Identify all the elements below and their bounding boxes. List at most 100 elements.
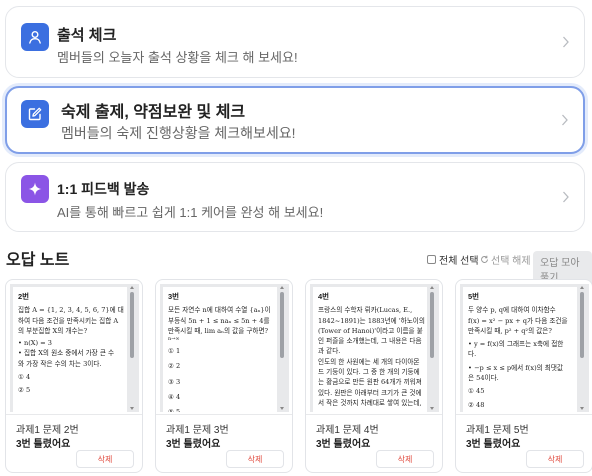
answer-option: ① 45 xyxy=(468,387,485,396)
divider xyxy=(6,414,142,415)
scroll-up-icon[interactable] xyxy=(430,286,434,289)
question-content: 3번 모든 자연수 n에 대하여 수열 {aₙ}이 부등식 5n + 1 ≤ n… xyxy=(163,287,277,412)
delete-button[interactable]: 삭제 xyxy=(76,450,134,468)
scrollbar[interactable] xyxy=(580,292,584,358)
card-subtitle: 멤버들의 오늘자 출석 상황을 체크 해 보세요! xyxy=(57,50,298,65)
question-line: • y = f(x)의 그래프는 x축에 접한 xyxy=(468,340,564,349)
delete-button[interactable]: 삭제 xyxy=(376,450,434,468)
question-line: (Tower of Hanoi)'이라고 이름을 붙 xyxy=(318,326,423,335)
scroll-down-icon[interactable] xyxy=(280,407,284,410)
delete-button[interactable]: 삭제 xyxy=(226,450,284,468)
refresh-icon xyxy=(481,255,488,263)
question-image[interactable]: 3번 모든 자연수 n에 대하여 수열 {aₙ}이 부등식 5n + 1 ≤ n… xyxy=(160,284,289,412)
scroll-up-icon[interactable] xyxy=(280,286,284,289)
question-line: 집합 A = {1, 2, 3, 4, 5, 6, 7}에 대 xyxy=(18,306,124,315)
scroll-up-icon[interactable] xyxy=(130,286,134,289)
question-line: 만족시킬 때, lim aₙ의 값을 구하면? xyxy=(168,326,269,335)
homework-check-card[interactable]: 숙제 출제, 약점보완 및 체크 멤버들의 숙제 진행상황을 체크해보세요! xyxy=(5,86,585,154)
card-title: 숙제 출제, 약점보완 및 체크 xyxy=(61,104,246,121)
wrong-note-card[interactable]: 2번 집합 A = {1, 2, 3, 4, 5, 6, 7}에 대 하여 다음… xyxy=(5,279,143,473)
answer-option: ③ 3 xyxy=(168,377,181,386)
chevron-right-icon xyxy=(563,191,569,203)
question-image[interactable]: 4번 프랑스의 수학자 뤼카(Lucas, E., 1842~1891)는 18… xyxy=(310,284,439,412)
wrong-count-label: 3번 틀렸어요 xyxy=(466,439,521,450)
question-line: 서 작은 것까지 차례대로 쌓여 있는데, xyxy=(318,398,422,407)
question-line: 하여 다음 조건을 만족시키는 집합 A xyxy=(18,316,119,325)
answer-option: ⑤ 5 xyxy=(168,407,273,412)
question-image[interactable]: 5번 두 양수 p, q에 대하여 이차함수 f(x) = x² − px + … xyxy=(460,284,589,412)
question-line: 모든 자연수 n에 대하여 수열 {aₙ}이 xyxy=(168,306,271,315)
user-icon xyxy=(21,23,49,51)
question-content: 2번 집합 A = {1, 2, 3, 4, 5, 6, 7}에 대 하여 다음… xyxy=(13,287,127,412)
edit-icon xyxy=(21,100,49,128)
question-line: 만족시킬 때, p² + q²의 값은? xyxy=(468,326,552,335)
chevron-right-icon xyxy=(562,114,568,126)
wrong-count-label: 3번 틀렸어요 xyxy=(166,439,221,450)
select-all-control[interactable]: 전체 선택 xyxy=(427,252,479,267)
chevron-right-icon xyxy=(563,36,569,48)
question-line: • n(X) = 3 xyxy=(18,339,52,348)
answer-option: ② 5 xyxy=(18,386,31,395)
assignment-label: 과제1 문제 4번 xyxy=(316,425,379,436)
divider xyxy=(456,414,592,415)
question-number: 3번 xyxy=(168,292,180,301)
question-line: 인 퍼즐을 소개했는데, 그 내용은 다음 xyxy=(318,337,422,346)
question-number: 2번 xyxy=(18,292,30,301)
question-line: 1842~1891)는 1883년에 '하노이의 탑 xyxy=(318,316,427,325)
question-line: 두 양수 p, q에 대하여 이차함수 xyxy=(468,306,556,315)
scrollbar[interactable] xyxy=(430,292,434,358)
wrong-note-card[interactable]: 4번 프랑스의 수학자 뤼카(Lucas, E., 1842~1891)는 18… xyxy=(305,279,443,473)
divider xyxy=(306,414,442,415)
card-title: 1:1 피드백 발송 xyxy=(57,181,150,197)
card-subtitle: AI를 통해 빠르고 쉽게 1:1 케어를 완성 해 보세요! xyxy=(57,205,324,220)
card-subtitle: 멤버들의 숙제 진행상황을 체크해보세요! xyxy=(61,125,296,141)
question-line: 부등식 5n + 1 ≤ naₙ ≤ 5n + 4를 xyxy=(168,316,270,325)
deselect-label: 선택 해제 xyxy=(491,256,531,267)
attendance-check-card[interactable]: 출석 체크 멤버들의 오늘자 출석 상황을 체크 해 보세요! xyxy=(5,6,585,78)
scroll-down-icon[interactable] xyxy=(430,407,434,410)
scrollbar[interactable] xyxy=(130,292,134,358)
answer-option: ① 1 xyxy=(168,347,181,356)
wrong-count-label: 3번 틀렸어요 xyxy=(16,439,71,450)
delete-button[interactable]: 삭제 xyxy=(526,450,584,468)
question-line: 와 가장 작은 수의 차는 3이다. xyxy=(18,359,102,368)
wrong-note-card[interactable]: 3번 모든 자연수 n에 대하여 수열 {aₙ}이 부등식 5n + 1 ≤ n… xyxy=(155,279,293,473)
question-line: 은 54이다. xyxy=(468,374,499,383)
question-line: 의 부분집합 X의 개수는? xyxy=(18,326,88,335)
card-title: 출석 체크 xyxy=(57,27,117,44)
divider xyxy=(156,414,292,415)
question-number: 5번 xyxy=(468,292,480,301)
scroll-down-icon[interactable] xyxy=(130,407,134,410)
question-line: 프랑스의 수학자 뤼카(Lucas, E., xyxy=(318,306,413,315)
question-line: 는 황금으로 만든 원판 64개가 끼워져 xyxy=(318,378,422,387)
answer-option: ② 2 xyxy=(168,362,181,371)
question-number: 4번 xyxy=(318,292,330,301)
feedback-send-card[interactable]: 1:1 피드백 발송 AI를 통해 빠르고 쉽게 1:1 케어를 완성 해 보세… xyxy=(5,162,585,232)
select-all-checkbox[interactable] xyxy=(427,255,436,264)
question-line: • 집합 X의 원소 중에서 가장 큰 수 xyxy=(18,349,115,358)
assignment-label: 과제1 문제 5번 xyxy=(466,425,529,436)
question-line: 다. xyxy=(468,350,477,359)
question-content: 4번 프랑스의 수학자 뤼카(Lucas, E., 1842~1891)는 18… xyxy=(313,287,427,412)
wrong-note-card[interactable]: 5번 두 양수 p, q에 대하여 이차함수 f(x) = x² − px + … xyxy=(455,279,592,473)
question-line: n→∞ xyxy=(168,336,180,343)
wrong-notes-title: 오답 노트 xyxy=(6,252,70,269)
answer-option: ④ 4 xyxy=(168,393,181,402)
question-image[interactable]: 2번 집합 A = {1, 2, 3, 4, 5, 6, 7}에 대 하여 다음… xyxy=(10,284,139,412)
question-line: f(x) = x² − px + q가 다음 조건을 xyxy=(468,316,568,325)
assignment-label: 과제1 문제 3번 xyxy=(166,425,229,436)
answer-option: ① 4 xyxy=(18,373,31,382)
scrollbar[interactable] xyxy=(280,292,284,358)
deselect-button[interactable]: 선택 해제 xyxy=(480,252,531,267)
question-line: 과 같다. xyxy=(318,347,341,356)
question-line: 드 기둥이 있다. 그 중 한 개의 기둥에 xyxy=(318,368,420,377)
question-line: 있다. 원판은 아래부터 크기가 큰 것에 xyxy=(318,388,422,397)
select-all-label: 전체 선택 xyxy=(439,256,479,267)
question-line: • −p ≤ x ≤ p에서 f(x)의 최댓값 xyxy=(468,363,563,372)
assignment-label: 과제1 문제 2번 xyxy=(16,425,79,436)
question-content: 5번 두 양수 p, q에 대하여 이차함수 f(x) = x² − px + … xyxy=(463,287,577,412)
scroll-up-icon[interactable] xyxy=(580,286,584,289)
sparkle-icon xyxy=(21,175,49,203)
answer-option: ② 48 xyxy=(468,400,485,409)
scroll-down-icon[interactable] xyxy=(580,407,584,410)
